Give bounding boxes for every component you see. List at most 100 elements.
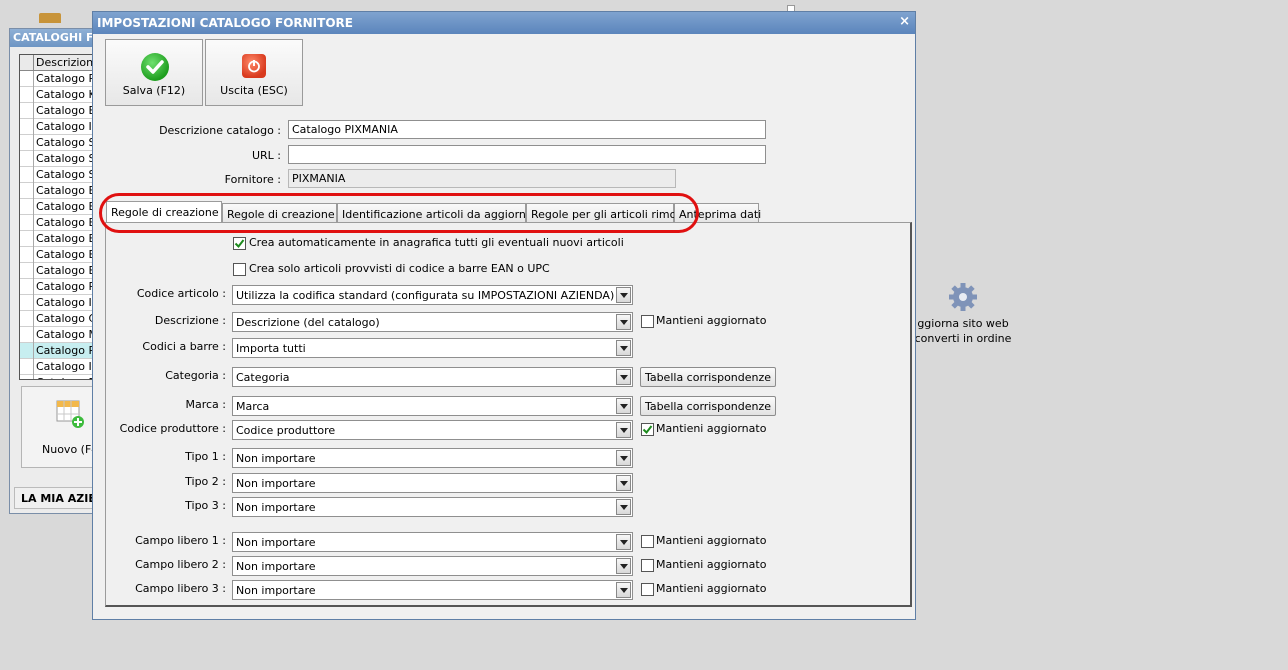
catalog-row[interactable]: Catalogo BT <box>20 199 95 215</box>
catalog-row[interactable]: Catalogo PR <box>20 279 95 295</box>
catalog-description-input[interactable]: Catalogo PIXMANIA <box>288 120 766 139</box>
row-selector[interactable] <box>20 135 34 151</box>
catalog-row[interactable]: Catalogo BT <box>20 375 95 379</box>
catalog-row[interactable]: Catalogo BT <box>20 183 95 199</box>
auto-create-label: Crea automaticamente in anagrafica tutti… <box>249 236 624 249</box>
chevron-down-icon[interactable] <box>616 369 631 385</box>
row-selector[interactable] <box>20 359 34 375</box>
supplier-catalog-dialog[interactable]: IMPOSTAZIONI CATALOGO FORNITORE × Salva … <box>92 11 916 620</box>
keep-updated-checkbox[interactable] <box>641 559 654 572</box>
catalog-row[interactable]: Catalogo ES <box>20 103 95 119</box>
dropdown-value: Non importare <box>236 560 316 573</box>
row-selector[interactable] <box>20 119 34 135</box>
rule-dropdown[interactable]: Non importare <box>232 473 633 493</box>
catalog-grid[interactable]: Descrizione Catalogo PI Catalogo KE Catalo… <box>19 54 96 380</box>
row-selector[interactable] <box>20 279 34 295</box>
chevron-down-icon[interactable] <box>616 534 631 550</box>
chevron-down-icon[interactable] <box>616 287 631 303</box>
folder-icon[interactable] <box>39 13 61 23</box>
save-button[interactable]: Salva (F12) <box>105 39 203 106</box>
chevron-down-icon[interactable] <box>616 475 631 491</box>
close-icon[interactable]: × <box>899 14 910 29</box>
chevron-down-icon[interactable] <box>616 314 631 330</box>
rule-dropdown[interactable]: Utilizza la codifica standard (configura… <box>232 285 633 305</box>
catalog-row[interactable]: Catalogo IN <box>20 359 95 375</box>
row-selector[interactable] <box>20 87 34 103</box>
rule-dropdown[interactable]: Non importare <box>232 556 633 576</box>
catalog-row[interactable]: Catalogo EN <box>20 247 95 263</box>
catalog-row[interactable]: Catalogo BT <box>20 231 95 247</box>
auto-create-checkbox[interactable] <box>233 237 246 250</box>
chevron-down-icon[interactable] <box>616 398 631 414</box>
row-selector[interactable] <box>20 71 34 87</box>
row-selector[interactable] <box>20 375 34 379</box>
row-selector[interactable] <box>20 311 34 327</box>
barcode-only-checkbox[interactable] <box>233 263 246 276</box>
catalog-row[interactable]: Catalogo BT <box>20 263 95 279</box>
row-selector[interactable] <box>20 167 34 183</box>
catalog-row[interactable]: Catalogo IN <box>20 295 95 311</box>
tab-creation-rules-2[interactable]: Regole di creazione 2 <box>222 203 345 224</box>
row-selector[interactable] <box>20 247 34 263</box>
catalog-row[interactable]: Catalogo CC <box>20 311 95 327</box>
chevron-down-icon[interactable] <box>616 450 631 466</box>
catalog-list-window[interactable]: CATALOGHI F Descrizione Catalogo PI Catal… <box>9 28 101 514</box>
rule-dropdown[interactable]: Categoria <box>232 367 633 387</box>
catalog-row[interactable]: Catalogo KE <box>20 87 95 103</box>
exit-button[interactable]: Uscita (ESC) <box>205 39 303 106</box>
catalog-row[interactable]: Catalogo PI <box>20 71 95 87</box>
rule-dropdown[interactable]: Importa tutti <box>232 338 633 358</box>
row-selector[interactable] <box>20 199 34 215</box>
rule-dropdown[interactable]: Non importare <box>232 497 633 517</box>
catalog-description-label: Descrizione catalogo : <box>159 124 281 137</box>
keep-updated-checkbox[interactable] <box>641 423 654 436</box>
row-selector[interactable] <box>20 151 34 167</box>
mapping-table-button[interactable]: Tabella corrispondenze <box>640 367 776 387</box>
url-input[interactable] <box>288 145 766 164</box>
keep-updated-checkbox[interactable] <box>641 315 654 328</box>
row-selector[interactable] <box>20 327 34 343</box>
row-selector[interactable] <box>20 295 34 311</box>
rule-label: Categoria : <box>165 369 226 382</box>
catalog-row[interactable]: Catalogo BT <box>20 215 95 231</box>
rule-dropdown[interactable]: Descrizione (del catalogo) <box>232 312 633 332</box>
chevron-down-icon[interactable] <box>616 499 631 515</box>
row-selector[interactable] <box>20 183 34 199</box>
new-button[interactable]: Nuovo (F4 <box>21 386 101 468</box>
dropdown-value: Importa tutti <box>236 342 306 355</box>
rule-dropdown[interactable]: Non importare <box>232 448 633 468</box>
rule-dropdown[interactable]: Codice produttore <box>232 420 633 440</box>
catalog-row[interactable]: Catalogo S. <box>20 151 95 167</box>
row-selector[interactable] <box>20 343 34 359</box>
chevron-down-icon[interactable] <box>616 582 631 598</box>
dropdown-value: Codice produttore <box>236 424 336 437</box>
tab-identify-articles[interactable]: Identificazione articoli da aggiornare <box>337 203 544 224</box>
row-selector[interactable] <box>20 263 34 279</box>
catalog-row[interactable]: Catalogo MI <box>20 327 95 343</box>
catalog-row[interactable]: Catalogo IN <box>20 119 95 135</box>
catalog-row[interactable]: Catalogo SG <box>20 135 95 151</box>
catalog-row[interactable]: Catalogo SI <box>20 167 95 183</box>
chevron-down-icon[interactable] <box>616 422 631 438</box>
grid-selector-header <box>20 55 34 71</box>
catalog-row-text: Catalogo BT <box>36 264 95 277</box>
tab-removed-articles[interactable]: Regole per gli articoli rimossi <box>526 203 691 224</box>
row-selector[interactable] <box>20 215 34 231</box>
catalog-row[interactable]: Catalogo PI <box>20 343 95 359</box>
shortcut-label-1: ggiorna sito web <box>917 317 1009 330</box>
rule-dropdown[interactable]: Marca <box>232 396 633 416</box>
keep-updated-checkbox[interactable] <box>641 535 654 548</box>
mapping-table-button[interactable]: Tabella corrispondenze <box>640 396 776 416</box>
tab-data-preview[interactable]: Anteprima dati <box>674 203 761 224</box>
desktop-shortcut-sync[interactable]: ggiorna sito web converti in ordine <box>903 282 1023 346</box>
row-selector[interactable] <box>20 103 34 119</box>
tab-creation-rules-1[interactable]: Regole di creazione 1 <box>106 201 229 224</box>
rule-dropdown[interactable]: Non importare <box>232 580 633 600</box>
column-header-descrizione[interactable]: Descrizione <box>36 56 95 69</box>
catalog-row-text: Catalogo PI <box>36 72 96 85</box>
row-selector[interactable] <box>20 231 34 247</box>
chevron-down-icon[interactable] <box>616 558 631 574</box>
rule-dropdown[interactable]: Non importare <box>232 532 633 552</box>
chevron-down-icon[interactable] <box>616 340 631 356</box>
keep-updated-checkbox[interactable] <box>641 583 654 596</box>
